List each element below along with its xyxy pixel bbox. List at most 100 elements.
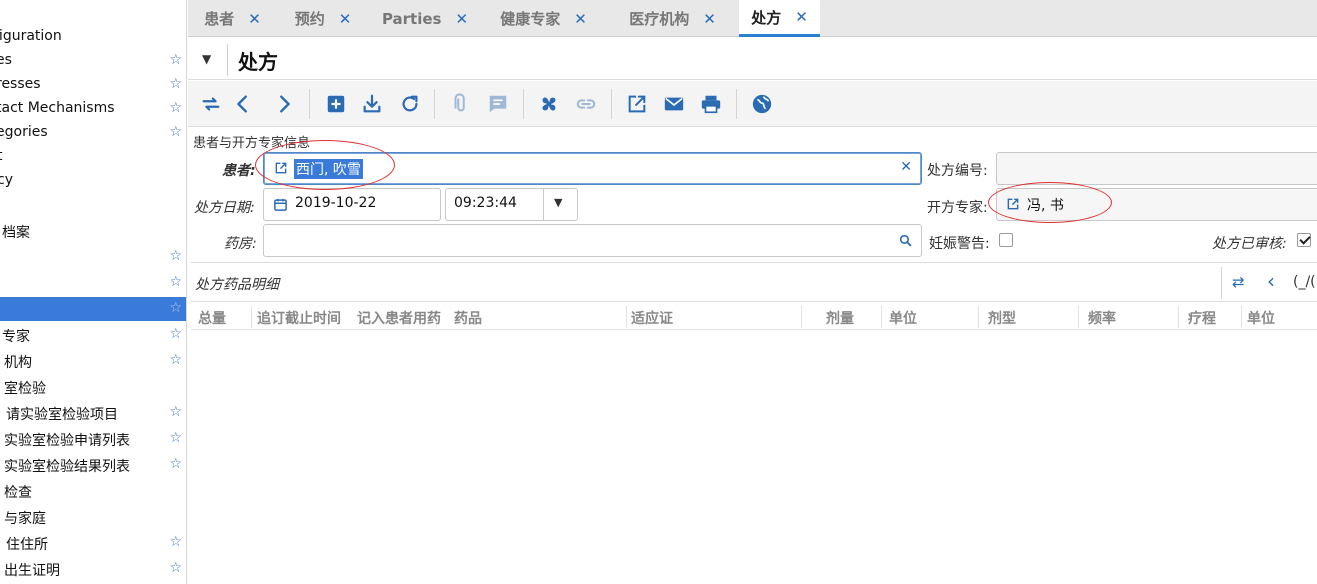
relate-icon[interactable] [571, 89, 601, 119]
star-icon[interactable]: ☆ [169, 326, 182, 342]
email-icon[interactable] [659, 89, 689, 119]
column-header[interactable]: 单位 [1247, 308, 1307, 328]
tab-appointments[interactable]: 预约 ✕ [277, 0, 369, 37]
star-icon[interactable]: ☆ [169, 404, 182, 420]
switch-view-icon[interactable] [196, 89, 226, 119]
star-icon[interactable]: ☆ [169, 100, 182, 116]
divider [309, 89, 310, 119]
calendar-icon[interactable] [273, 197, 288, 216]
sidebar-item[interactable]: 实验室检验申请列表 ☆ [0, 427, 186, 451]
column-header[interactable]: 剂型 [988, 308, 1068, 328]
star-icon[interactable]: ☆ [169, 248, 182, 264]
pharmacy-field[interactable] [263, 224, 922, 257]
column-header[interactable]: 药品 [454, 308, 614, 328]
time-field[interactable]: 09:23:44 ▼ [445, 188, 578, 221]
open-link-icon[interactable] [1006, 197, 1020, 215]
new-record-icon[interactable] [321, 89, 351, 119]
star-icon[interactable]: ☆ [169, 274, 182, 290]
tab-patients[interactable]: 患者 ✕ [188, 0, 277, 37]
star-icon[interactable]: ☆ [169, 560, 182, 576]
print-icon[interactable] [696, 89, 726, 119]
attachment-icon[interactable] [446, 89, 476, 119]
sidebar-item[interactable]: es ☆ [0, 49, 186, 73]
reload-icon[interactable] [395, 89, 425, 119]
sidebar-item[interactable]: 与家庭 [0, 505, 186, 529]
close-icon[interactable]: ✕ [574, 10, 587, 28]
divider [227, 44, 228, 76]
sidebar-item[interactable]: 室检验 [0, 375, 186, 399]
column-header[interactable]: 剂量 [826, 308, 876, 328]
sidebar-item[interactable]: resses ☆ [0, 73, 186, 97]
note-icon[interactable] [483, 89, 513, 119]
pregnancy-warning-checkbox[interactable] [999, 233, 1013, 247]
sidebar-item[interactable]: figuration [0, 25, 186, 49]
sidebar-item-label: cy [0, 172, 13, 188]
clear-icon[interactable]: ✕ [900, 159, 912, 175]
divider [881, 306, 882, 328]
sidebar-item[interactable]: cy [0, 169, 186, 193]
star-icon[interactable]: ☆ [169, 124, 182, 140]
sidebar-item[interactable]: 出生证明 ☆ [0, 557, 186, 581]
column-header[interactable]: 疗程 [1188, 308, 1238, 328]
column-header[interactable]: 记入患者用药 [357, 308, 449, 328]
sidebar-item[interactable]: ☆ [0, 271, 186, 295]
close-icon[interactable]: ✕ [339, 10, 352, 28]
sidebar-item[interactable]: ☆ [0, 297, 186, 321]
chevron-down-icon[interactable]: ▼ [554, 196, 562, 209]
next-icon[interactable] [269, 89, 299, 119]
sidebar-item[interactable]: egories ☆ [0, 121, 186, 145]
star-icon[interactable]: ☆ [169, 300, 182, 316]
close-icon[interactable]: ✕ [795, 8, 808, 26]
search-icon[interactable] [899, 234, 912, 251]
divider [1221, 267, 1222, 299]
close-icon[interactable]: ✕ [248, 10, 261, 28]
tab-institutions[interactable]: 医疗机构 ✕ [606, 0, 739, 37]
close-icon[interactable]: ✕ [455, 10, 468, 28]
sidebar-item[interactable]: 检查 [0, 479, 186, 503]
sidebar-item[interactable]: 机构 ☆ [0, 349, 186, 373]
column-header[interactable]: 总量 [198, 308, 250, 328]
title-row: ▼ 处方 [188, 40, 1317, 80]
column-header[interactable]: 追订截止时间 [257, 308, 355, 328]
switch-view-icon[interactable]: ⇄ [1232, 273, 1245, 291]
open-report-icon[interactable] [622, 89, 652, 119]
tab-prescriptions[interactable]: 处方 ✕ [739, 0, 820, 37]
tab-health-professionals[interactable]: 健康专家 ✕ [481, 0, 606, 37]
star-icon[interactable]: ☆ [169, 430, 182, 446]
previous-icon[interactable] [228, 89, 258, 119]
sidebar-item[interactable]: t [0, 145, 186, 169]
divider [978, 306, 979, 328]
open-link-icon[interactable] [274, 161, 288, 179]
prescription-number-field[interactable] [996, 152, 1317, 185]
sidebar-item[interactable]: tact Mechanisms ☆ [0, 97, 186, 121]
sidebar-item[interactable]: 档案 [0, 219, 186, 243]
date-value: 2019-10-22 [295, 195, 377, 211]
star-icon[interactable]: ☆ [169, 534, 182, 550]
sidebar-item[interactable]: 专家 ☆ [0, 323, 186, 347]
sidebar-item[interactable]: 请实验室检验项目 ☆ [0, 401, 186, 425]
web-icon[interactable] [747, 89, 777, 119]
patient-field[interactable]: 西门, 吹雪 ✕ [263, 152, 922, 185]
prescriber-field[interactable]: 冯, 书 [996, 188, 1317, 221]
sidebar-item[interactable]: 实验室检验结果列表 ☆ [0, 453, 186, 477]
star-icon[interactable]: ☆ [169, 52, 182, 68]
star-icon[interactable]: ☆ [169, 76, 182, 92]
previous-icon[interactable]: ‹ [1267, 269, 1275, 293]
close-icon[interactable]: ✕ [703, 10, 716, 28]
sidebar-item-label: t [0, 148, 3, 164]
chevron-down-icon[interactable]: ▼ [202, 52, 211, 66]
action-icon[interactable] [534, 89, 564, 119]
save-icon[interactable] [357, 89, 387, 119]
sidebar-item-label: 出生证明 [4, 563, 60, 579]
tab-parties[interactable]: Parties ✕ [369, 0, 481, 37]
column-header[interactable]: 频率 [1088, 308, 1168, 328]
column-header[interactable]: 适应证 [631, 308, 791, 328]
sidebar-item[interactable]: 住住所 ☆ [0, 531, 186, 555]
sidebar-item[interactable] [0, 193, 186, 217]
star-icon[interactable]: ☆ [169, 456, 182, 472]
date-field[interactable]: 2019-10-22 [263, 188, 441, 221]
reviewed-checkbox[interactable] [1297, 233, 1311, 247]
column-header[interactable]: 单位 [889, 308, 969, 328]
sidebar-item[interactable]: ☆ [0, 245, 186, 269]
star-icon[interactable]: ☆ [169, 352, 182, 368]
